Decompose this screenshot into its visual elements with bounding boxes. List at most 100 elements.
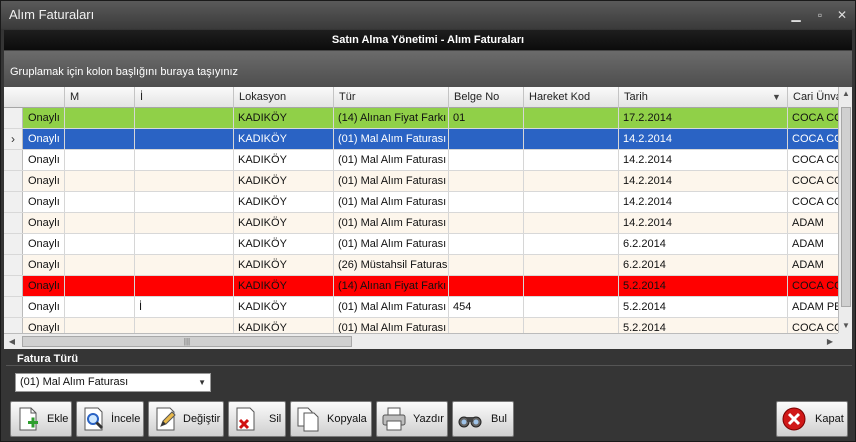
cell-i <box>135 171 234 191</box>
cell-m <box>65 297 135 317</box>
table-row[interactable]: Onaylı KADIKÖY (01) Mal Alım Faturası 14.2.… <box>4 150 838 171</box>
print-button[interactable]: Yazdır <box>376 401 448 437</box>
cell-tarih: 14.2.2014 <box>619 192 788 212</box>
cell-i <box>135 150 234 170</box>
cell-cari: ADAM <box>788 213 838 233</box>
cell-status: Onaylı <box>24 171 65 191</box>
cell-cari: ADAM <box>788 234 838 254</box>
cell-lokasyon: KADIKÖY <box>234 213 334 233</box>
cell-hareket <box>524 129 619 149</box>
table-row[interactable]: Onaylı KADIKÖY (14) Alınan Fiyat Farkı 01 17… <box>4 108 838 129</box>
cell-tarih: 5.2.2014 <box>619 276 788 296</box>
invoice-grid[interactable]: M İ Lokasyon Tür Belge No Hareket Kod Tarih Car… <box>4 87 838 333</box>
cell-hareket <box>524 276 619 296</box>
row-indicator[interactable]: › <box>4 129 23 149</box>
cell-hareket <box>524 255 619 275</box>
column-header-col6[interactable]: Hareket Kod <box>524 87 619 108</box>
horizontal-scroll-thumb[interactable]: ||| <box>22 336 352 347</box>
copy-button-label: Kopyala <box>327 413 367 425</box>
cell-tur: (01) Mal Alım Faturası <box>334 129 449 149</box>
table-row[interactable]: Onaylı KADIKÖY (01) Mal Alım Faturası 14.2.… <box>4 213 838 234</box>
cell-status: Onaylı <box>24 192 65 212</box>
cell-belge <box>449 318 524 333</box>
cell-tur: (01) Mal Alım Faturası <box>334 150 449 170</box>
column-header-col4[interactable]: Tür <box>334 87 449 108</box>
vertical-scrollbar[interactable]: ▲ ▼ <box>838 87 852 333</box>
cell-lokasyon: KADIKÖY <box>234 318 334 333</box>
column-header-col2[interactable]: İ <box>135 87 234 108</box>
delete-button[interactable]: Sil <box>228 401 286 437</box>
row-indicator[interactable] <box>4 108 23 128</box>
scroll-down-icon[interactable]: ▼ <box>839 319 853 333</box>
minimize-button[interactable]: ▁ <box>787 7 805 23</box>
scroll-right-icon[interactable]: ▶ <box>822 334 838 350</box>
column-header-col7[interactable]: Tarih <box>619 87 788 108</box>
cell-cari: COCA COLA <box>788 192 838 212</box>
cell-tarih: 14.2.2014 <box>619 213 788 233</box>
cell-cari: COCA COLA <box>788 129 838 149</box>
row-indicator[interactable] <box>4 213 23 233</box>
table-row[interactable]: Onaylı KADIKÖY (01) Mal Alım Faturası 14.2.… <box>4 192 838 213</box>
table-row[interactable]: › Onaylı KADIKÖY (01) Mal Alım Faturası 14.2… <box>4 129 838 150</box>
delete-button-label: Sil <box>269 413 282 425</box>
group-by-panel[interactable]: Gruplamak için kolon başlığını buraya ta… <box>4 51 852 87</box>
cell-hareket <box>524 171 619 191</box>
chevron-down-icon[interactable]: ▼ <box>198 374 206 391</box>
page-title: Satın Alma Yönetimi - Alım Faturaları <box>4 30 852 51</box>
scroll-left-icon[interactable]: ◀ <box>4 334 20 350</box>
inspect-button-label: İncele <box>111 413 141 425</box>
table-row[interactable]: Onaylı KADIKÖY (01) Mal Alım Faturası 6.2.2… <box>4 234 838 255</box>
row-indicator[interactable] <box>4 255 23 275</box>
cell-i: İ <box>135 297 234 317</box>
cell-cari: ADAM <box>788 255 838 275</box>
cell-i <box>135 129 234 149</box>
cell-status: Onaylı <box>24 318 65 333</box>
maximize-button[interactable]: ▫ <box>811 7 829 23</box>
edit-button[interactable]: Değiştir <box>148 401 224 437</box>
row-indicator[interactable] <box>4 318 23 333</box>
scroll-up-icon[interactable]: ▲ <box>839 87 853 101</box>
row-indicator[interactable] <box>4 150 23 170</box>
cell-lokasyon: KADIKÖY <box>234 108 334 128</box>
row-indicator[interactable] <box>4 192 23 212</box>
cell-lokasyon: KADIKÖY <box>234 255 334 275</box>
row-indicator[interactable] <box>4 297 23 317</box>
table-row[interactable]: Onaylı KADIKÖY (01) Mal Alım Faturası 5.2.2… <box>4 318 838 333</box>
horizontal-scrollbar[interactable]: ◀ ||| ▶ <box>4 333 838 349</box>
table-row[interactable]: Onaylı KADIKÖY (26) Müstahsil Faturası 6.2.… <box>4 255 838 276</box>
filter-label: Fatura Türü <box>15 353 81 365</box>
cell-belge <box>449 192 524 212</box>
row-indicator[interactable] <box>4 234 23 254</box>
vertical-scroll-thumb[interactable] <box>841 107 851 307</box>
find-button[interactable]: Bul <box>452 401 514 437</box>
column-header-col5[interactable]: Belge No <box>449 87 524 108</box>
column-header-indicator[interactable] <box>4 87 65 108</box>
cell-status: Onaylı <box>24 150 65 170</box>
cell-belge <box>449 234 524 254</box>
row-indicator[interactable] <box>4 171 23 191</box>
table-row[interactable]: Onaylı KADIKÖY (01) Mal Alım Faturası 14.2.… <box>4 171 838 192</box>
cell-m <box>65 318 135 333</box>
close-button[interactable]: Kapat <box>776 401 848 437</box>
row-indicator[interactable] <box>4 276 23 296</box>
cell-tarih: 6.2.2014 <box>619 255 788 275</box>
add-button[interactable]: Ekle <box>10 401 72 437</box>
column-header-col1[interactable]: M <box>65 87 135 108</box>
cell-status: Onaylı <box>24 255 65 275</box>
cell-belge: 01 <box>449 108 524 128</box>
cell-m <box>65 108 135 128</box>
add-button-label: Ekle <box>47 413 69 425</box>
invoice-type-selected: (01) Mal Alım Faturası <box>20 376 129 388</box>
close-window-button[interactable]: ✕ <box>833 7 851 23</box>
invoice-type-select[interactable]: (01) Mal Alım Faturası ▼ <box>15 373 211 392</box>
cell-hareket <box>524 108 619 128</box>
copy-button[interactable]: Kopyala <box>290 401 372 437</box>
column-header-col3[interactable]: Lokasyon <box>234 87 334 108</box>
cell-m <box>65 255 135 275</box>
cell-m <box>65 276 135 296</box>
table-row[interactable]: Onaylı KADIKÖY (14) Alınan Fiyat Farkı 5.2.… <box>4 276 838 297</box>
cell-cari: COCA COLA <box>788 318 838 333</box>
table-row[interactable]: Onaylı İ KADIKÖY (01) Mal Alım Faturası 454 5… <box>4 297 838 318</box>
column-header-col8[interactable]: Cari Ünvanı <box>788 87 838 108</box>
inspect-button[interactable]: İncele <box>76 401 144 437</box>
